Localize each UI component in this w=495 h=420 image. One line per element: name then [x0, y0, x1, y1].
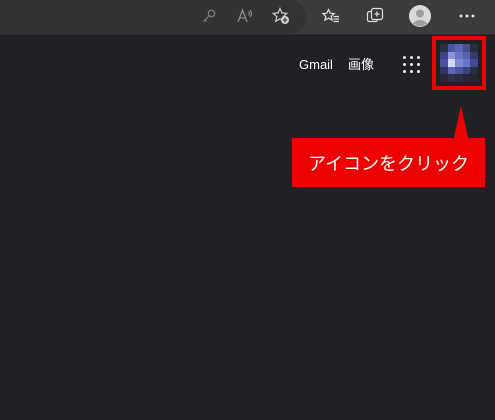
collections-icon[interactable] — [364, 5, 386, 27]
annotation-callout: アイコンをクリック — [292, 138, 485, 187]
browser-window: Gmail 画像 アイコンをクリック — [0, 0, 495, 420]
key-icon[interactable] — [198, 5, 220, 27]
read-aloud-icon[interactable] — [234, 5, 256, 27]
images-link[interactable]: 画像 — [348, 57, 374, 73]
avatar-highlight-frame — [432, 36, 486, 90]
gmail-link[interactable]: Gmail — [299, 57, 333, 73]
callout-pointer — [453, 106, 469, 142]
profile-icon[interactable] — [408, 4, 432, 28]
address-bar[interactable] — [0, 0, 306, 34]
add-favorite-icon[interactable] — [270, 5, 292, 27]
favorites-icon[interactable] — [320, 5, 342, 27]
browser-toolbar — [0, 0, 495, 35]
apps-grid-icon[interactable] — [403, 56, 421, 74]
more-icon[interactable] — [456, 5, 478, 27]
